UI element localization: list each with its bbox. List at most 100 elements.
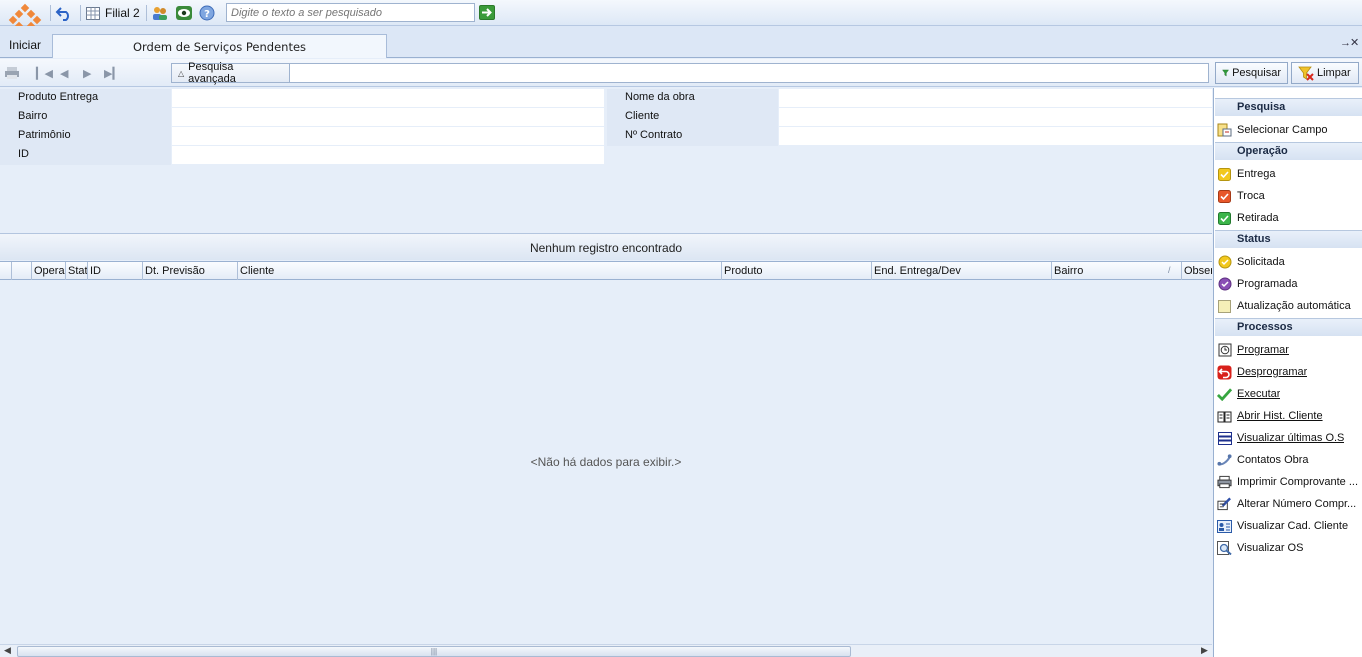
horizontal-scrollbar[interactable]: ◀ ||| ▶: [0, 644, 1212, 657]
cliente-label: Cliente: [607, 108, 778, 127]
grid-header: Opera Stat ID Dt. Previsão Cliente Produ…: [0, 261, 1212, 280]
panel-section-pesquisa: Pesquisa: [1215, 98, 1362, 116]
produto-entrega-field[interactable]: [172, 89, 604, 108]
programada-status-icon: [1218, 277, 1231, 291]
toolbar-separator: [50, 5, 51, 21]
panel-item-label: Troca: [1237, 190, 1265, 202]
grid-column-bairro[interactable]: Bairro: [1052, 262, 1182, 280]
advanced-search-label: Pesquisa avançada: [188, 61, 236, 85]
arrow-right-icon: [482, 8, 492, 17]
cliente-field[interactable]: [779, 108, 1212, 127]
id-card-icon: [1217, 519, 1232, 533]
panel-item-selecionar-campo[interactable]: Selecionar Campo: [1217, 121, 1362, 139]
grid-status-bar: Nenhum registro encontrado: [0, 233, 1212, 260]
grid-column-indicator[interactable]: [0, 262, 12, 280]
panel-item-label: Programada: [1237, 278, 1298, 290]
users-button[interactable]: [150, 3, 170, 23]
id-label: ID: [0, 146, 171, 165]
undo-red-icon: [1217, 365, 1232, 379]
panel-item-label: Retirada: [1237, 212, 1279, 224]
patrimonio-label: Patrimônio: [0, 127, 171, 146]
clear-button[interactable]: Limpar: [1291, 62, 1359, 84]
grid-column-end-entrega[interactable]: End. Entrega/Dev: [872, 262, 1052, 280]
magnifier-document-icon: [1217, 541, 1232, 555]
undo-button[interactable]: [54, 3, 74, 23]
panel-item-label: Atualização automática: [1237, 300, 1351, 312]
panel-item-programar[interactable]: Programar: [1217, 341, 1362, 359]
panel-item-label: Solicitada: [1237, 256, 1285, 268]
panel-item-troca[interactable]: Troca: [1217, 187, 1362, 205]
panel-item-solicitada[interactable]: Solicitada: [1217, 253, 1362, 271]
panel-item-label: Abrir Hist. Cliente: [1237, 410, 1323, 422]
scroll-left-icon[interactable]: ◀: [4, 645, 11, 656]
grid-column-produto[interactable]: Produto: [722, 262, 872, 280]
panel-section-status: Status: [1215, 230, 1362, 248]
help-icon: ?: [199, 5, 215, 21]
first-record-icon[interactable]: ▎◀: [36, 67, 53, 80]
next-record-icon[interactable]: ▶: [83, 67, 91, 80]
panel-item-label: Contatos Obra: [1237, 454, 1309, 466]
grid-column-select[interactable]: [12, 262, 32, 280]
contrato-field[interactable]: [779, 127, 1212, 146]
sort-indicator-icon: /: [1168, 265, 1171, 275]
panel-item-visualizar-ultimas-os[interactable]: Visualizar últimas O.S: [1217, 429, 1362, 447]
advanced-search-field[interactable]: [171, 63, 1209, 83]
advanced-search-toggle[interactable]: △ Pesquisa avançada: [172, 61, 290, 85]
panel-item-desprogramar[interactable]: Desprogramar: [1217, 363, 1362, 381]
eye-icon: [176, 6, 192, 20]
clear-button-label: Limpar: [1317, 67, 1351, 79]
contrato-label: Nº Contrato: [607, 127, 778, 146]
panel-section-processos: Processos: [1215, 318, 1362, 336]
panel-item-imprimir-comprovante[interactable]: Imprimir Comprovante ...: [1217, 473, 1362, 491]
patrimonio-field[interactable]: [172, 127, 604, 146]
last-record-icon[interactable]: ▶▎: [104, 67, 121, 80]
phone-icon: [1217, 454, 1232, 466]
view-button[interactable]: [174, 3, 194, 23]
scroll-right-icon[interactable]: ▶: [1201, 645, 1208, 656]
id-field[interactable]: [172, 146, 604, 165]
grid-column-dt-previsao[interactable]: Dt. Previsão: [143, 262, 238, 280]
panel-item-alterar-numero[interactable]: Alterar Número Compr...: [1217, 495, 1362, 513]
grid-body[interactable]: <Não há dados para exibir.>: [0, 280, 1212, 644]
grid-column-status[interactable]: Stat: [66, 262, 88, 280]
go-search-button[interactable]: [479, 5, 495, 20]
tab-ordem-servicos-pendentes[interactable]: Ordem de Serviços Pendentes: [52, 34, 387, 58]
panel-item-label: Visualizar últimas O.S: [1237, 432, 1345, 444]
panel-item-executar[interactable]: Executar: [1217, 385, 1362, 403]
grid-column-opera[interactable]: Opera: [32, 262, 66, 280]
users-icon: [153, 7, 167, 20]
toolbar-separator: [80, 5, 81, 21]
home-tab[interactable]: Iniciar: [0, 38, 50, 52]
previous-record-icon[interactable]: ◀: [60, 67, 68, 80]
nome-obra-label: Nome da obra: [607, 89, 778, 108]
tab-close-button[interactable]: →✕: [1340, 36, 1359, 49]
panel-item-programada[interactable]: Programada: [1217, 275, 1362, 293]
search-button[interactable]: Pesquisar: [1215, 62, 1288, 84]
panel-item-label: Alterar Número Compr...: [1237, 498, 1357, 510]
panel-item-contatos-obra[interactable]: Contatos Obra: [1217, 451, 1362, 469]
select-field-icon: [1217, 123, 1232, 137]
panel-item-atualizacao-automatica[interactable]: Atualização automática: [1217, 297, 1362, 315]
triangle-up-icon: △: [178, 68, 185, 78]
panel-item-visualizar-cad-cliente[interactable]: Visualizar Cad. Cliente: [1217, 517, 1362, 535]
panel-item-abrir-hist-cliente[interactable]: Abrir Hist. Cliente: [1217, 407, 1362, 425]
panel-item-label: Entrega: [1237, 168, 1276, 180]
search-input[interactable]: [226, 3, 475, 22]
help-button[interactable]: ?: [197, 3, 217, 23]
troca-check-icon: [1218, 189, 1231, 203]
print-icon[interactable]: [4, 66, 20, 80]
scroll-thumb[interactable]: |||: [17, 646, 851, 657]
calendar-grid-icon: [86, 6, 100, 20]
grid-column-cliente[interactable]: Cliente: [238, 262, 722, 280]
panel-item-retirada[interactable]: Retirada: [1217, 209, 1362, 227]
nome-obra-field[interactable]: [779, 89, 1212, 108]
solicitada-status-icon: [1218, 255, 1231, 269]
panel-item-visualizar-os[interactable]: Visualizar OS: [1217, 539, 1362, 557]
undo-icon: [55, 7, 69, 21]
panel-item-entrega[interactable]: Entrega: [1217, 165, 1362, 183]
grid-column-id[interactable]: ID: [88, 262, 143, 280]
edit-document-icon: [1217, 497, 1231, 511]
grid-column-observacao[interactable]: Obser: [1182, 262, 1212, 280]
filial-button[interactable]: Filial 2: [86, 3, 144, 23]
bairro-field[interactable]: [172, 108, 604, 127]
